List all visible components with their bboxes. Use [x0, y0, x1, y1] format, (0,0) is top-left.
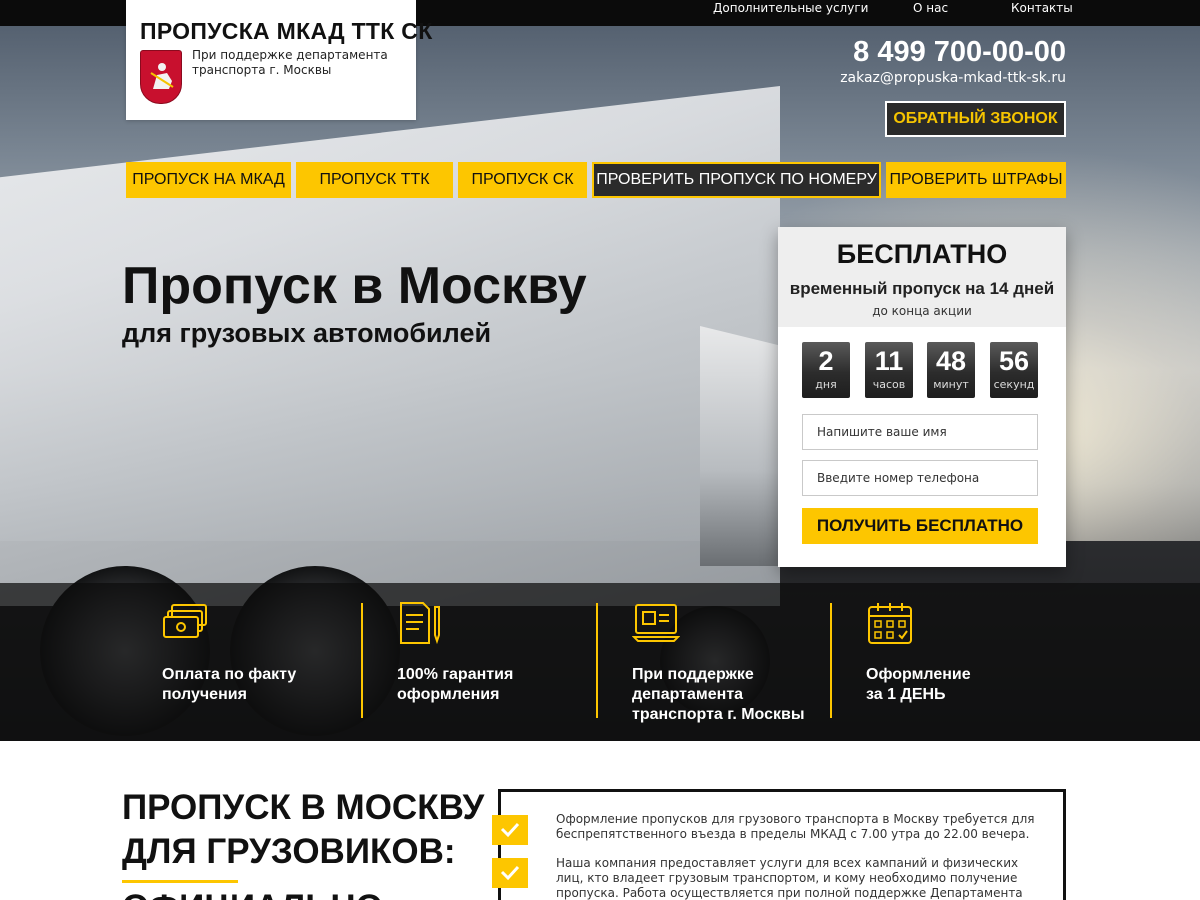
topnav-services-link[interactable]: Дополнительные услуги — [713, 0, 868, 17]
logo-title: ПРОПУСКА МКАД ТТК СК — [140, 18, 433, 44]
promo-offer: временный пропуск на 14 дней — [789, 279, 1055, 298]
timer-seconds: 56 секунд — [990, 342, 1038, 398]
logo-subtitle: При поддержке департамента транспорта г.… — [192, 48, 388, 77]
info-paragraph: Наша компания предоставляет услуги для в… — [556, 856, 1023, 900]
nav-sk-pass[interactable]: ПРОПУСК СК — [458, 162, 587, 198]
timer-hours-unit: часов — [872, 378, 906, 391]
advantage-line: транспорта г. Москвы — [632, 706, 805, 723]
advantage-payment-text: Оплата по факту получения — [162, 665, 296, 705]
moscow-coat-of-arms-icon — [140, 50, 182, 104]
nav-check-fines[interactable]: ПРОВЕРИТЬ ШТРАФЫ — [886, 162, 1066, 198]
timer-days: 2 дня — [802, 342, 850, 398]
promo-deadline: до конца акции — [872, 304, 972, 318]
info-paragraph: Оформление пропусков для грузового транс… — [556, 812, 1035, 841]
document-pen-icon — [400, 602, 440, 645]
advantage-line: оформления — [397, 686, 500, 703]
timer-minutes: 48 минут — [927, 342, 975, 398]
checkmark-icon — [492, 815, 528, 845]
advantage-support: При поддержке департамента транспорта г.… — [598, 583, 828, 741]
hero-title: Пропуск в Москву — [122, 257, 587, 315]
advantage-support-text: При поддержке департамента транспорта г.… — [632, 665, 805, 725]
promo-headline: БЕСПЛАТНО — [836, 239, 1008, 269]
timer-hours: 11 часов — [865, 342, 913, 398]
get-free-button[interactable]: ПОЛУЧИТЬ БЕСПЛАТНО — [802, 508, 1038, 544]
nav-ttk-pass[interactable]: ПРОПУСК ТТК — [296, 162, 453, 198]
advantage-line: за 1 ДЕНЬ — [866, 686, 946, 703]
advantage-guarantee-text: 100% гарантия оформления — [397, 665, 513, 705]
advantage-line: департамента — [632, 686, 744, 703]
advantage-line: Оформление — [866, 666, 971, 683]
hero-subtitle: для грузовых автомобилей — [122, 318, 492, 348]
section-title: ПРОПУСК В МОСКВУ ДЛЯ ГРУЗОВИКОВ: — [122, 786, 484, 874]
money-icon — [163, 604, 207, 638]
topnav-about-link[interactable]: О нас — [913, 0, 948, 17]
advantage-line: 100% гарантия — [397, 666, 514, 683]
advantage-line: получения — [162, 686, 247, 703]
email-link[interactable]: zakaz@propuska-mkad-ttk-sk.ru — [840, 70, 1066, 86]
site-logo[interactable]: ПРОПУСКА МКАД ТТК СК При поддержке депар… — [126, 0, 432, 120]
timer-minutes-unit: минут — [933, 378, 969, 391]
calendar-icon — [868, 603, 912, 644]
advantage-guarantee: 100% гарантия оформления — [363, 583, 593, 741]
section-divider — [122, 880, 238, 883]
checkmark-icon — [492, 858, 528, 888]
monitor-id-icon — [632, 604, 680, 642]
timer-minutes-value: 48 — [935, 346, 967, 376]
section-title-line: ПРОПУСК В МОСКВУ — [122, 788, 485, 827]
advantage-line: Оплата по факту — [162, 666, 297, 683]
phone-input[interactable] — [802, 460, 1038, 496]
nav-check-pass[interactable]: ПРОВЕРИТЬ ПРОПУСК ПО НОМЕРУ — [592, 162, 881, 198]
section-title-cut: ОФИЦИАЛЬНО — [122, 888, 383, 900]
timer-hours-value: 11 — [874, 346, 904, 376]
promo-header: БЕСПЛАТНО временный пропуск на 14 дней д… — [778, 227, 1066, 327]
advantage-payment: Оплата по факту получения — [128, 583, 358, 741]
phone-number[interactable]: 8 499 700-00-00 — [853, 36, 1066, 69]
timer-seconds-unit: секунд — [993, 378, 1035, 391]
advantage-speed: Оформление за 1 ДЕНЬ — [832, 583, 1062, 741]
topnav-contacts-link[interactable]: Контакты — [1011, 0, 1073, 17]
callback-button[interactable]: ОБРАТНЫЙ ЗВОНОК — [885, 101, 1066, 137]
advantage-speed-text: Оформление за 1 ДЕНЬ — [866, 665, 971, 705]
advantage-line: При поддержке — [632, 666, 754, 683]
promo-form: БЕСПЛАТНО временный пропуск на 14 дней д… — [778, 227, 1066, 567]
name-input[interactable] — [802, 414, 1038, 450]
timer-days-value: 2 — [818, 346, 834, 376]
timer-days-unit: дня — [815, 378, 837, 391]
section-title-line: ДЛЯ ГРУЗОВИКОВ: — [122, 832, 456, 871]
timer-seconds-value: 56 — [998, 346, 1030, 376]
nav-mkad-pass[interactable]: ПРОПУСК НА МКАД — [126, 162, 291, 198]
